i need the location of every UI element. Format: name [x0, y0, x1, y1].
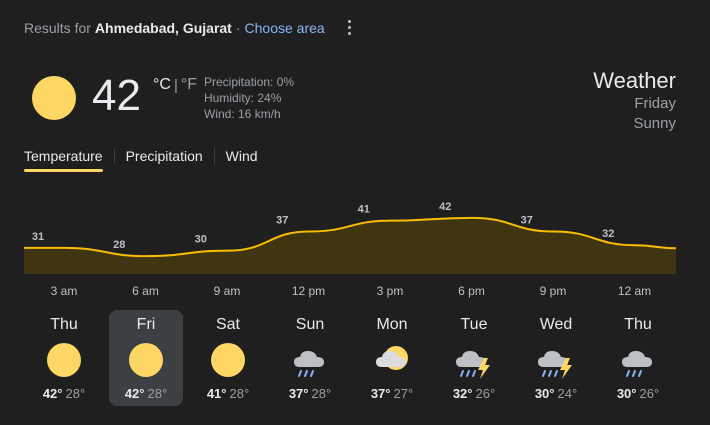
- low-temp: 26°: [639, 386, 660, 401]
- day-name: Wed: [539, 316, 573, 333]
- temperature-chart-svg: 31 28 30 37 41 42 37 32: [24, 201, 676, 274]
- rain-cloud-icon: [294, 351, 324, 377]
- day-forecast-thu[interactable]: Thu 42° 28°: [27, 310, 101, 406]
- daily-forecast: Thu 42° 28° Fri 42° 28° Sat 41° 28° Sun 37° 28° Mon 3…: [24, 310, 686, 406]
- day-temps: 37° 27°: [371, 386, 413, 402]
- low-temp: 28°: [147, 386, 168, 401]
- high-temp: 41°: [206, 386, 227, 401]
- wind-value: Wind: 16 km/h: [204, 107, 281, 121]
- time-label: 3 am: [50, 284, 78, 298]
- day-forecast-wed[interactable]: Wed 30° 24°: [519, 310, 593, 406]
- low-temp: 28°: [311, 386, 332, 401]
- time-label: 6 am: [132, 284, 159, 298]
- partly-cloudy-icon: [376, 346, 408, 370]
- day-forecast-sat[interactable]: Sat 41° 28°: [191, 310, 265, 406]
- more-options-icon[interactable]: [343, 18, 355, 36]
- low-temp: 28°: [229, 386, 250, 401]
- day-temps: 30° 26°: [617, 386, 659, 402]
- data-label: 37: [521, 215, 533, 227]
- day-temps: 42° 28°: [125, 386, 167, 402]
- day-name: Tue: [460, 316, 488, 333]
- day-name: Fri: [136, 316, 156, 333]
- time-label: 3 pm: [376, 284, 404, 298]
- time-label: 9 am: [213, 284, 241, 298]
- tab-precipitation[interactable]: Precipitation: [126, 148, 203, 164]
- results-header: Results for Ahmedabad, Gujarat · Choose …: [24, 19, 325, 37]
- sun-icon: [47, 343, 81, 377]
- tab-divider: [213, 148, 215, 164]
- data-label: 30: [195, 234, 207, 246]
- data-label: 28: [113, 239, 125, 251]
- sun-icon: [211, 343, 245, 377]
- high-temp: 42°: [42, 386, 63, 401]
- data-label: 41: [358, 204, 370, 216]
- data-label: 32: [602, 228, 614, 240]
- humidity-value: Humidity: 24%: [204, 91, 282, 105]
- chart-tabs: Temperature Precipitation Wind: [24, 146, 258, 172]
- day-temps: 30° 24°: [535, 386, 577, 402]
- day-name: Thu: [50, 316, 78, 333]
- tab-divider: [113, 148, 115, 164]
- current-condition: Sunny: [633, 115, 676, 132]
- day-temps: 41° 28°: [207, 386, 249, 402]
- high-temp: 30°: [616, 386, 637, 401]
- low-temp: 26°: [475, 386, 496, 401]
- high-temp: 37°: [288, 386, 309, 401]
- sun-icon: [32, 76, 76, 120]
- thunderstorm-icon: [538, 351, 572, 379]
- day-forecast-tue[interactable]: Tue 32° 26°: [437, 310, 511, 406]
- data-label: 31: [32, 231, 44, 243]
- tab-temperature[interactable]: Temperature: [24, 148, 103, 172]
- day-forecast-sun[interactable]: Sun 37° 28°: [273, 310, 347, 406]
- time-label: 12 am: [617, 284, 652, 298]
- celsius-button[interactable]: °C: [153, 76, 171, 94]
- weather-details: Precipitation: 0% Humidity: 24% Wind: 16…: [204, 74, 294, 122]
- high-temp: 37°: [370, 386, 391, 401]
- time-label: 6 pm: [458, 284, 485, 298]
- choose-area-link[interactable]: Choose area: [245, 20, 325, 36]
- temperature-chart: 31 28 30 37 41 42 37 32: [24, 190, 676, 274]
- day-forecast-fri[interactable]: Fri 42° 28°: [109, 310, 183, 406]
- current-temperature: 42: [92, 71, 141, 120]
- low-temp: 24°: [557, 386, 578, 401]
- thunderstorm-icon: [456, 351, 490, 379]
- data-label: 37: [276, 215, 288, 227]
- data-label: 42: [439, 201, 451, 213]
- tab-wind[interactable]: Wind: [226, 148, 258, 164]
- precipitation-value: Precipitation: 0%: [204, 75, 295, 89]
- day-forecast-thu[interactable]: Thu 30° 26°: [601, 310, 675, 406]
- high-temp: 30°: [534, 386, 555, 401]
- sun-icon: [129, 343, 163, 377]
- unit-toggle: °C | °F: [153, 76, 197, 94]
- location-label: Ahmedabad, Gujarat: [94, 20, 232, 36]
- fahrenheit-button[interactable]: °F: [181, 76, 197, 94]
- time-label: 12 pm: [291, 284, 326, 298]
- time-axis: 3 am 6 am 9 am 12 pm 3 pm 6 pm 9 pm 12 am: [24, 284, 676, 300]
- day-temps: 32° 26°: [453, 386, 495, 402]
- day-temps: 37° 28°: [289, 386, 331, 402]
- rain-cloud-icon: [622, 351, 652, 377]
- day-name: Sun: [295, 316, 325, 333]
- day-forecast-mon[interactable]: Mon 37° 27°: [355, 310, 429, 406]
- low-temp: 27°: [393, 386, 414, 401]
- weather-title: Weather: [593, 68, 676, 93]
- separator-dot: ·: [235, 20, 241, 36]
- results-for-label: Results for: [24, 20, 91, 36]
- unit-separator: |: [173, 76, 178, 94]
- day-name: Sat: [215, 316, 240, 333]
- weather-summary: Weather Friday Sunny: [593, 68, 676, 134]
- day-name: Mon: [376, 316, 408, 333]
- current-day: Friday: [634, 95, 676, 112]
- high-temp: 42°: [124, 386, 145, 401]
- day-temps: 42° 28°: [43, 386, 85, 402]
- time-label: 9 pm: [539, 284, 567, 298]
- low-temp: 28°: [65, 386, 86, 401]
- high-temp: 32°: [452, 386, 473, 401]
- day-name: Thu: [624, 316, 652, 333]
